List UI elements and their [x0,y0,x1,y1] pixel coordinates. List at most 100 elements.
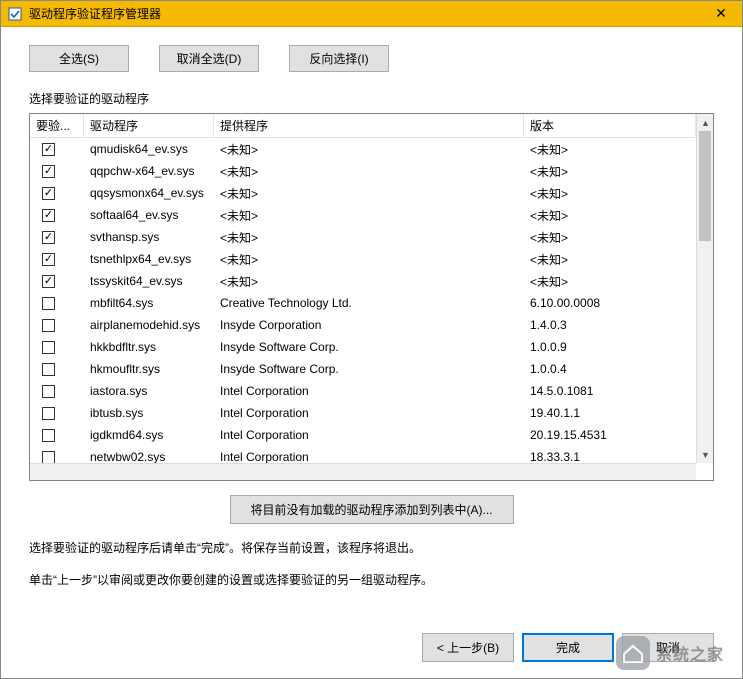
cell-driver: airplanemodehid.sys [84,316,214,334]
table-row[interactable]: mbfilt64.sysCreative Technology Ltd.6.10… [30,292,696,314]
cell-driver: qqsysmonx64_ev.sys [84,184,214,202]
row-checkbox[interactable] [42,165,55,178]
table-row[interactable]: tsnethlpx64_ev.sys<未知><未知> [30,248,696,270]
cell-version: <未知> [524,205,696,226]
row-checkbox[interactable] [42,341,55,354]
row-checkbox[interactable] [42,187,55,200]
cell-version: 14.5.0.1081 [524,382,696,400]
table-row[interactable]: ibtusb.sysIntel Corporation19.40.1.1 [30,402,696,424]
cancel-button[interactable]: 取消 [622,633,714,662]
cell-version: <未知> [524,139,696,160]
cell-driver: qmudisk64_ev.sys [84,140,214,158]
app-icon [7,6,23,22]
invert-selection-button[interactable]: 反向选择(I) [289,45,389,72]
cell-driver: tssyskit64_ev.sys [84,272,214,290]
help-line-1: 选择要验证的驱动程序后请单击“完成”。将保存当前设置，该程序将退出。 [29,538,714,560]
cell-checkbox [30,339,84,356]
deselect-all-button[interactable]: 取消全选(D) [159,45,259,72]
table-row[interactable]: qmudisk64_ev.sys<未知><未知> [30,138,696,160]
table-row[interactable]: qqpchw-x64_ev.sys<未知><未知> [30,160,696,182]
finish-button[interactable]: 完成 [522,633,614,662]
column-header-verify[interactable]: 要验... [30,114,84,138]
add-unloaded-row: 将目前没有加载的驱动程序添加到列表中(A)... [29,495,714,524]
cell-driver: tsnethlpx64_ev.sys [84,250,214,268]
table-row[interactable]: tssyskit64_ev.sys<未知><未知> [30,270,696,292]
cell-checkbox [30,317,84,334]
table-row[interactable]: hkmoufltr.sysInsyde Software Corp.1.0.0.… [30,358,696,380]
row-checkbox[interactable] [42,451,55,464]
row-checkbox[interactable] [42,385,55,398]
table-row[interactable]: iastora.sysIntel Corporation14.5.0.1081 [30,380,696,402]
cell-version: <未知> [524,183,696,204]
row-checkbox[interactable] [42,209,55,222]
cell-version: <未知> [524,271,696,292]
select-all-button[interactable]: 全选(S) [29,45,129,72]
cell-provider: Intel Corporation [214,404,524,422]
cell-checkbox [30,427,84,444]
column-header-driver[interactable]: 驱动程序 [84,114,214,138]
cell-version: 1.0.0.4 [524,360,696,378]
cell-version: <未知> [524,227,696,248]
driver-table: 要验... 驱动程序 提供程序 版本 qmudisk64_ev.sys<未知><… [29,113,714,481]
table-row[interactable]: airplanemodehid.sysInsyde Corporation1.4… [30,314,696,336]
cell-driver: softaal64_ev.sys [84,206,214,224]
cell-provider: Insyde Software Corp. [214,360,524,378]
cell-checkbox [30,383,84,400]
table-row[interactable]: netwbw02.sysIntel Corporation18.33.3.1 [30,446,696,463]
cell-provider: <未知> [214,183,524,204]
cell-version: 18.33.3.1 [524,448,696,463]
cell-version: 1.0.0.9 [524,338,696,356]
window-title: 驱动程序验证程序管理器 [29,5,700,22]
cell-provider: Insyde Software Corp. [214,338,524,356]
cell-driver: ibtusb.sys [84,404,214,422]
row-checkbox[interactable] [42,363,55,376]
cell-version: 19.40.1.1 [524,404,696,422]
close-button[interactable]: ✕ [700,1,742,27]
row-checkbox[interactable] [42,253,55,266]
row-checkbox[interactable] [42,407,55,420]
back-button[interactable]: < 上一步(B) [422,633,514,662]
cell-provider: Intel Corporation [214,426,524,444]
scroll-down-arrow-icon[interactable]: ▼ [697,446,714,463]
scroll-thumb[interactable] [699,131,711,241]
cell-driver: svthansp.sys [84,228,214,246]
group-label: 选择要验证的驱动程序 [29,90,714,107]
cell-provider: Intel Corporation [214,448,524,463]
cell-checkbox [30,273,84,290]
row-checkbox[interactable] [42,275,55,288]
cell-checkbox [30,163,84,180]
horizontal-scrollbar[interactable] [30,463,696,480]
table-row[interactable]: igdkmd64.sysIntel Corporation20.19.15.45… [30,424,696,446]
cell-version: 6.10.00.0008 [524,294,696,312]
cell-checkbox [30,251,84,268]
column-header-version[interactable]: 版本 [524,114,696,138]
table-body: qmudisk64_ev.sys<未知><未知>qqpchw-x64_ev.sy… [30,138,696,463]
cell-version: 20.19.15.4531 [524,426,696,444]
add-unloaded-drivers-button[interactable]: 将目前没有加载的驱动程序添加到列表中(A)... [230,495,514,524]
column-header-provider[interactable]: 提供程序 [214,114,524,138]
row-checkbox[interactable] [42,231,55,244]
cell-driver: iastora.sys [84,382,214,400]
table-row[interactable]: svthansp.sys<未知><未知> [30,226,696,248]
cell-checkbox [30,295,84,312]
row-checkbox[interactable] [42,143,55,156]
cell-driver: netwbw02.sys [84,448,214,463]
cell-provider: <未知> [214,227,524,248]
table-header: 要验... 驱动程序 提供程序 版本 [30,114,696,138]
cell-driver: qqpchw-x64_ev.sys [84,162,214,180]
table-row[interactable]: qqsysmonx64_ev.sys<未知><未知> [30,182,696,204]
cell-checkbox [30,185,84,202]
row-checkbox[interactable] [42,297,55,310]
vertical-scrollbar[interactable]: ▲ ▼ [696,114,713,463]
cell-driver: hkmoufltr.sys [84,360,214,378]
table-row[interactable]: softaal64_ev.sys<未知><未知> [30,204,696,226]
table-row[interactable]: hkkbdfltr.sysInsyde Software Corp.1.0.0.… [30,336,696,358]
scroll-up-arrow-icon[interactable]: ▲ [697,114,714,131]
row-checkbox[interactable] [42,319,55,332]
cell-checkbox [30,141,84,158]
row-checkbox[interactable] [42,429,55,442]
cell-checkbox [30,229,84,246]
cell-checkbox [30,405,84,422]
cell-checkbox [30,449,84,464]
cell-driver: igdkmd64.sys [84,426,214,444]
